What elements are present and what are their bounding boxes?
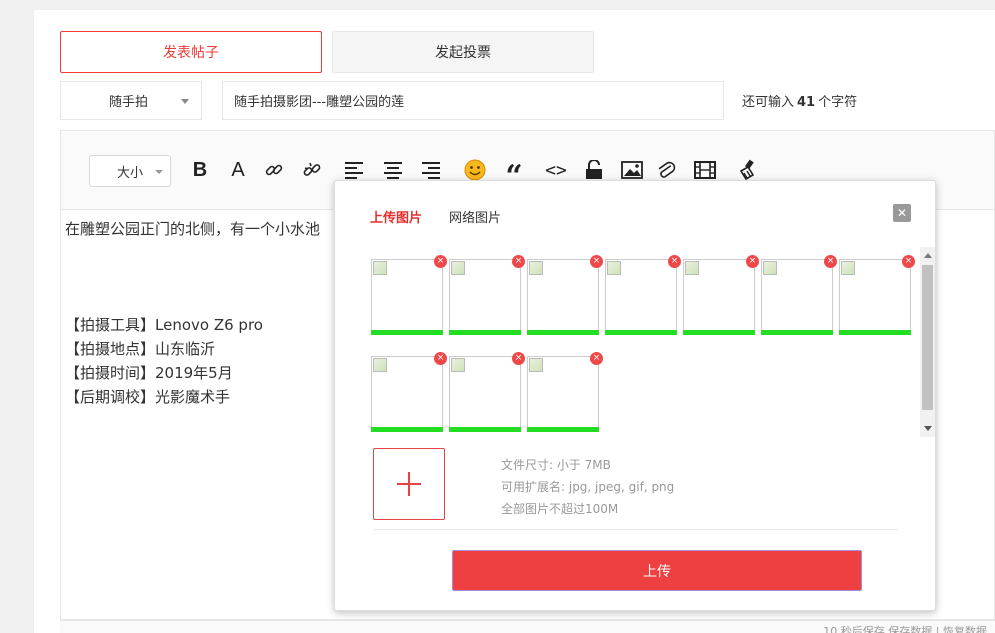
image-thumbnail[interactable]: × [371, 255, 447, 335]
content-line: 【后期调校】光影魔术手 [65, 388, 231, 406]
content-line [65, 265, 320, 289]
editor-status-bar: 10 秒后保存 保存数据 | 恢复数据 [60, 620, 995, 633]
remove-image-icon[interactable]: × [512, 255, 525, 268]
broken-image-icon [763, 261, 777, 275]
remove-image-icon[interactable]: × [434, 255, 447, 268]
content-line: 【拍摄时间】2019年5月 [65, 364, 233, 382]
content-line: 在雕塑公园正门的北侧，有一个小水池 [65, 220, 321, 238]
broken-image-icon [451, 358, 465, 372]
info-file-size: 文件尺寸: 小于 7MB [501, 458, 611, 472]
tab-post[interactable]: 发表帖子 [60, 31, 322, 73]
image-thumbnail[interactable]: × [371, 352, 447, 432]
remove-image-icon[interactable]: × [590, 255, 603, 268]
remove-image-icon[interactable]: × [434, 352, 447, 365]
broken-image-icon [529, 358, 543, 372]
upload-progress-bar [761, 330, 833, 335]
broken-image-icon [451, 261, 465, 275]
image-thumbnail[interactable]: × [839, 255, 915, 335]
upload-progress-bar [605, 330, 677, 335]
chevron-down-icon [181, 99, 189, 104]
char-count-number: 41 [797, 95, 816, 110]
image-thumbnail[interactable]: × [527, 255, 603, 335]
upload-progress-bar [371, 330, 443, 335]
upload-progress-bar [449, 330, 521, 335]
upload-progress-bar [527, 330, 599, 335]
broken-image-icon [841, 261, 855, 275]
upload-progress-bar [839, 330, 911, 335]
image-thumbnail[interactable]: × [605, 255, 681, 335]
remove-image-icon[interactable]: × [746, 255, 759, 268]
upload-progress-bar [683, 330, 755, 335]
plus-icon [397, 472, 421, 496]
font-color-icon[interactable]: A [225, 157, 251, 183]
tab-upload-image[interactable]: 上传图片 [370, 207, 422, 226]
broken-image-icon [373, 261, 387, 275]
remove-image-icon[interactable]: × [902, 255, 915, 268]
char-count-prefix: 还可输入 [742, 95, 795, 110]
scrollbar-thumb[interactable] [922, 265, 933, 410]
content-line [65, 241, 320, 265]
image-thumbnail[interactable]: × [527, 352, 603, 432]
char-count-suffix: 个字符 [818, 95, 858, 110]
link-icon[interactable] [261, 157, 287, 183]
scroll-down-icon[interactable] [924, 426, 932, 431]
upload-progress-bar [371, 427, 443, 432]
broken-image-icon [685, 261, 699, 275]
image-thumbnail[interactable]: × [449, 255, 525, 335]
category-selected-value: 随手拍 [109, 95, 149, 110]
upload-image-dialog: 上传图片 网络图片 ✕ × × × × × × × × × × 文件尺寸: 小于 7MB 可用扩展… [334, 180, 936, 611]
image-thumbnail[interactable]: × [761, 255, 837, 335]
remove-image-icon[interactable]: × [512, 352, 525, 365]
editor-content[interactable]: 在雕塑公园正门的北侧，有一个小水池 【拍摄工具】Lenovo Z6 pro 【拍… [65, 217, 320, 409]
bold-icon[interactable]: B [187, 157, 213, 183]
content-line [65, 289, 320, 313]
image-thumbnail[interactable]: × [449, 352, 525, 432]
autosave-status: 10 秒后保存 保存数据 | 恢复数据 [823, 625, 987, 633]
add-image-button[interactable] [373, 448, 445, 520]
char-count: 还可输入 41 个字符 [742, 91, 857, 110]
unlink-icon[interactable] [299, 157, 325, 183]
close-icon[interactable]: ✕ [893, 204, 911, 222]
category-select[interactable]: 随手拍 [60, 81, 202, 120]
broken-image-icon [373, 358, 387, 372]
content-line: 【拍摄工具】Lenovo Z6 pro [65, 316, 263, 334]
upload-progress-bar [527, 427, 599, 432]
broken-image-icon [607, 261, 621, 275]
font-size-label: 大小 [117, 165, 144, 181]
divider [373, 529, 898, 530]
scroll-up-icon[interactable] [924, 253, 932, 258]
remove-image-icon[interactable]: × [824, 255, 837, 268]
font-size-select[interactable]: 大小 [89, 155, 171, 187]
upload-progress-bar [449, 427, 521, 432]
upload-button[interactable]: 上传 [452, 550, 862, 591]
broken-image-icon [529, 261, 543, 275]
image-thumbnail[interactable]: × [683, 255, 759, 335]
remove-image-icon[interactable]: × [668, 255, 681, 268]
content-line: 【拍摄地点】山东临沂 [65, 340, 216, 358]
thumbnail-scrollbar[interactable] [920, 247, 935, 437]
title-input[interactable] [222, 81, 724, 120]
upload-info: 文件尺寸: 小于 7MB 可用扩展名: jpg, jpeg, gif, png … [501, 454, 674, 520]
tab-vote[interactable]: 发起投票 [332, 31, 594, 73]
info-extensions: 可用扩展名: jpg, jpeg, gif, png [501, 480, 675, 494]
info-total-limit: 全部图片不超过100M [501, 502, 619, 516]
chevron-down-icon [155, 170, 163, 174]
remove-image-icon[interactable]: × [590, 352, 603, 365]
tab-network-image[interactable]: 网络图片 [449, 207, 501, 226]
image-thumbnail-grid: × × × × × × × × × × [355, 247, 937, 437]
